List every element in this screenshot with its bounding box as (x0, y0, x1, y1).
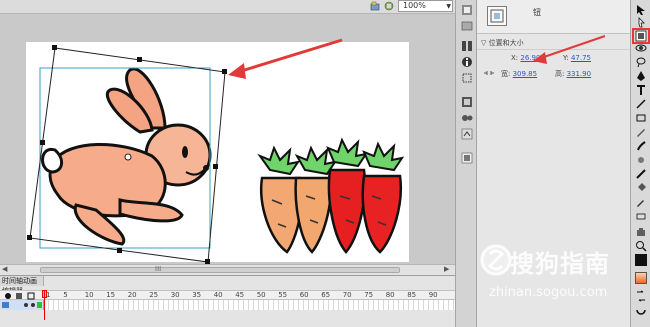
frame-number: 30 (170, 291, 180, 299)
frame-number: 50 (256, 291, 266, 299)
3d-rotation-tool-icon[interactable] (635, 42, 647, 54)
tools-panel (630, 0, 650, 327)
horizontal-scrollbar[interactable]: ◀ III ▶ (0, 264, 455, 275)
frame-number: 20 (127, 291, 137, 299)
frame-strip[interactable] (44, 300, 455, 310)
selection-tool-icon[interactable] (635, 4, 647, 16)
frame-number: 35 (192, 291, 202, 299)
watermark-text: 搜狗指南 (510, 250, 610, 278)
line-tool-icon[interactable] (635, 98, 647, 110)
scroll-thumb[interactable] (40, 267, 400, 273)
stage-area: 100% ▼ ◀ III ▶ (0, 0, 455, 275)
color-icon[interactable] (461, 20, 473, 32)
watermark-url: zhinan.sogou.com (489, 285, 608, 300)
scroll-right-icon[interactable]: ▶ (444, 265, 449, 273)
timeline-panel: 时间轴动画编辑器 1510152025303540455055606570758… (0, 275, 455, 327)
hand-tool-icon[interactable] (635, 226, 647, 238)
frame-number: 75 (364, 291, 374, 299)
eyedropper-tool-icon[interactable] (635, 196, 647, 208)
paint-bucket-tool-icon[interactable] (635, 182, 647, 194)
lasso-tool-icon[interactable] (635, 56, 647, 68)
bone-tool-icon[interactable] (635, 168, 647, 180)
scroll-left-icon[interactable]: ◀ (2, 265, 7, 273)
frame-number: 60 (299, 291, 309, 299)
layer-controls-icon[interactable] (2, 292, 42, 300)
stage-artwork (27, 38, 405, 264)
timeline-tab[interactable]: 时间轴动画编辑器 (0, 276, 44, 295)
frame-number: 5 (63, 291, 68, 299)
annotation-arrow-2 (533, 35, 606, 64)
brush-tool-icon[interactable] (635, 140, 647, 152)
playhead-line (44, 290, 45, 320)
free-transform-tool-icon[interactable] (635, 30, 647, 42)
frame-number: 25 (149, 291, 159, 299)
frame-number: 80 (385, 291, 395, 299)
text-tool-icon[interactable] (635, 84, 647, 96)
transform-icon[interactable] (461, 72, 473, 84)
motion-presets-icon[interactable] (461, 128, 473, 140)
rectangle-tool-icon[interactable] (635, 112, 647, 124)
deco-tool-icon[interactable] (635, 154, 647, 166)
align-icon[interactable] (461, 4, 473, 16)
components-icon[interactable] (461, 96, 473, 108)
frame-number: 15 (106, 291, 116, 299)
grip-icon: III (155, 265, 162, 273)
frame-ruler[interactable]: 1 5 10 15 20 25 30 35 40 45 50 55 60 65 70 75 80 85 90 (0, 290, 455, 300)
stroke-color-swatch[interactable] (635, 254, 647, 266)
swatches-icon[interactable] (461, 40, 473, 52)
frame-number: 45 (235, 291, 245, 299)
carrot-group[interactable] (257, 137, 405, 254)
swap-colors-icon[interactable] (635, 290, 647, 302)
snap-icon[interactable] (635, 304, 647, 316)
frame-number: 90 (428, 291, 438, 299)
frame-number: 85 (407, 291, 417, 299)
history-icon[interactable] (461, 152, 473, 164)
frame-number: 10 (84, 291, 94, 299)
panel-dock-strip (455, 0, 477, 327)
pen-tool-icon[interactable] (635, 70, 647, 82)
library-icon[interactable] (461, 112, 473, 124)
eraser-tool-icon[interactable] (635, 210, 647, 222)
info-icon[interactable] (461, 56, 473, 68)
pencil-tool-icon[interactable] (635, 126, 647, 138)
zoom-tool-icon[interactable] (635, 240, 647, 252)
fill-color-swatch[interactable] (635, 272, 647, 284)
frame-number: 70 (342, 291, 352, 299)
frame-number: 65 (321, 291, 331, 299)
frame-number: 40 (213, 291, 223, 299)
layer-row[interactable] (0, 300, 44, 310)
frame-number: 55 (278, 291, 288, 299)
annotation-arrow (228, 38, 343, 79)
